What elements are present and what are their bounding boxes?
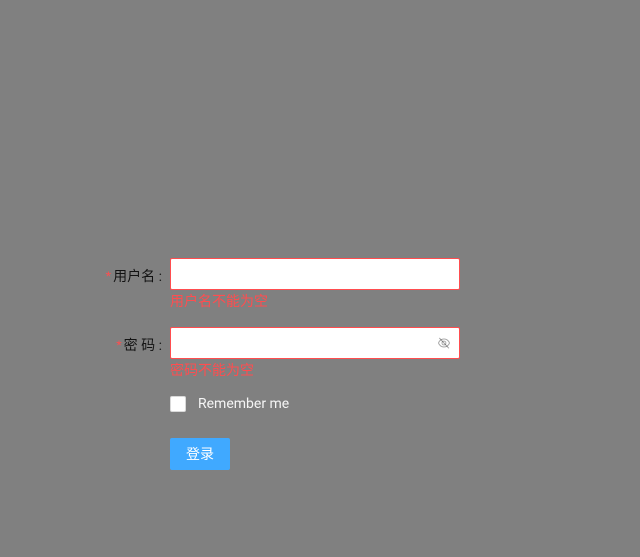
username-error: 用户名不能为空: [170, 290, 460, 313]
username-label: 用户名 :: [113, 269, 162, 285]
username-input[interactable]: [170, 258, 460, 290]
username-label-cell: *用户名 :: [0, 258, 170, 288]
username-control: 用户名不能为空: [170, 258, 460, 313]
password-input-box: [170, 327, 460, 359]
submit-row: 登录: [0, 438, 640, 470]
required-asterisk-icon: *: [106, 268, 111, 284]
required-asterisk-icon: *: [116, 337, 121, 353]
login-button[interactable]: 登录: [170, 438, 230, 470]
username-row: *用户名 : 用户名不能为空: [0, 258, 640, 313]
password-error: 密码不能为空: [170, 359, 460, 382]
password-row: *密 码 : 密码不能为空: [0, 327, 640, 382]
password-input[interactable]: [170, 327, 460, 359]
eye-invisible-icon[interactable]: [436, 335, 452, 351]
remember-me-label[interactable]: Remember me: [198, 396, 289, 412]
password-label-cell: *密 码 :: [0, 327, 170, 357]
login-form: *用户名 : 用户名不能为空 *密 码 : 密码不能为空 Remember me: [0, 258, 640, 470]
password-label: 密 码 :: [124, 338, 162, 354]
username-input-box: [170, 258, 460, 290]
remember-me-checkbox[interactable]: [170, 396, 186, 412]
password-control: 密码不能为空: [170, 327, 460, 382]
remember-me-row: Remember me: [0, 388, 640, 420]
